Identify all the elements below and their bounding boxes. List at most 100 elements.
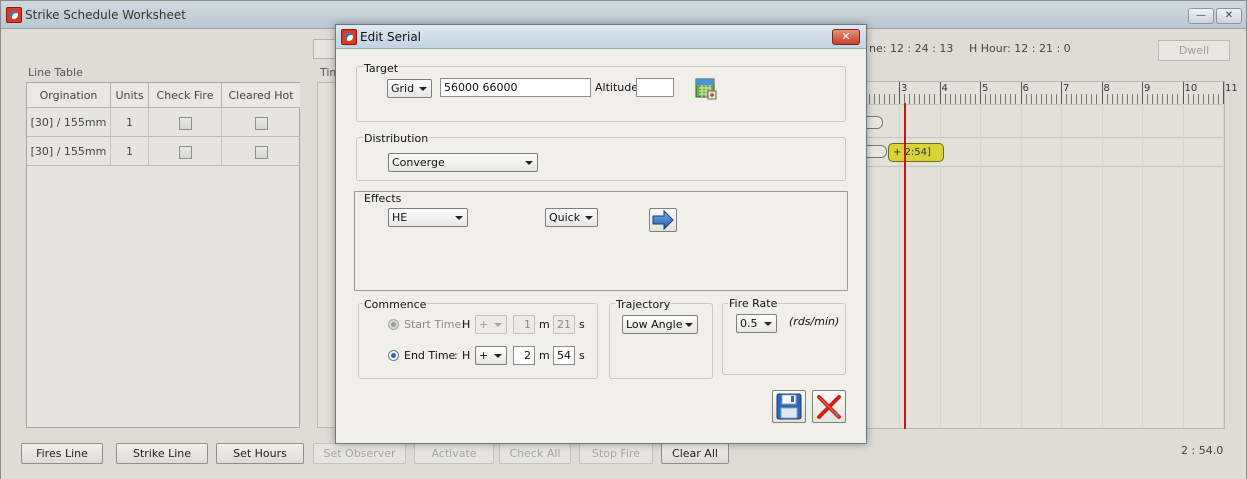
- effects-group: [354, 191, 848, 291]
- ruler-tick: [1045, 94, 1047, 104]
- strike-line-button[interactable]: Strike Line: [116, 443, 208, 464]
- start-sign-dropdown[interactable]: +: [475, 315, 507, 334]
- grid-type-dropdown[interactable]: Grid: [387, 79, 432, 98]
- start-minutes-input[interactable]: 1: [513, 315, 535, 334]
- end-time-radio[interactable]: [388, 350, 399, 361]
- ruler-tick: [1136, 94, 1138, 104]
- timeline-area[interactable]: 3 4 5 6 7 8 9 10 11: [867, 81, 1238, 429]
- main-close-button[interactable]: ✕: [1216, 8, 1242, 24]
- end-seconds-input[interactable]: 54: [553, 346, 575, 365]
- ruler-tick: [1061, 82, 1062, 104]
- ruler-baseline: [867, 104, 1224, 105]
- map-button[interactable]: [694, 77, 718, 101]
- ruler-tick: [1055, 94, 1057, 104]
- end-sign-value: +: [479, 349, 489, 362]
- ruler-tick: [1187, 94, 1189, 104]
- add-effect-button[interactable]: [649, 208, 677, 232]
- column-header-cleared-hot[interactable]: Cleared Hot: [222, 83, 300, 108]
- line-table-label: Line Table: [28, 66, 83, 79]
- munition-dropdown[interactable]: HE: [388, 208, 468, 227]
- line-table: Orgination Units Check Fire Cleared Hot …: [26, 82, 300, 428]
- ruler-tick: [1005, 94, 1007, 104]
- ruler-tick: [1071, 94, 1073, 104]
- ruler-tick: [1172, 94, 1174, 104]
- serial-bar-selected[interactable]: + 2:54]: [888, 143, 944, 162]
- trajectory-dropdown[interactable]: Low Angle: [622, 315, 698, 334]
- check-all-button[interactable]: Check All: [499, 443, 571, 464]
- ruler-tick: [990, 94, 992, 104]
- serial-bar[interactable]: [867, 145, 887, 158]
- cleared-hot-checkbox[interactable]: [254, 116, 268, 130]
- end-minutes-input[interactable]: 2: [513, 346, 535, 365]
- commence-label: Commence: [363, 298, 428, 311]
- arrow-right-icon: [652, 209, 674, 231]
- fire-rate-dropdown[interactable]: 0.5: [736, 314, 777, 333]
- serial-bar[interactable]: [867, 116, 883, 129]
- fire-rate-label: Fire Rate: [728, 297, 779, 310]
- timeline-gridline: [1020, 104, 1022, 428]
- check-fire-checkbox[interactable]: [178, 116, 192, 130]
- ruler-tick: [980, 82, 981, 104]
- table-row-origination[interactable]: [30] / 155mm: [27, 108, 111, 137]
- timeline-gridline: [1142, 104, 1143, 428]
- ruler-tick: [1101, 82, 1103, 104]
- table-row-origination[interactable]: [30] / 155mm: [27, 137, 111, 166]
- fuze-value: Quick: [549, 211, 581, 224]
- table-row-units[interactable]: 1: [111, 137, 149, 166]
- end-sign-dropdown[interactable]: +: [475, 346, 507, 365]
- chevron-down-icon: [685, 323, 693, 327]
- fires-line-button[interactable]: Fires Line: [21, 443, 103, 464]
- ruler-tick: [909, 94, 911, 104]
- end-m-label: m: [539, 349, 550, 362]
- ruler-tick: [1081, 94, 1083, 104]
- ruler-tick: [954, 94, 956, 104]
- column-header-check-fire[interactable]: Check Fire: [149, 83, 222, 108]
- fire-rate-value: 0.5: [740, 317, 758, 330]
- ruler-tick: [1015, 94, 1017, 104]
- ruler-tick: [1096, 94, 1098, 104]
- clear-all-button[interactable]: Clear All: [661, 443, 729, 464]
- altitude-input[interactable]: [636, 78, 674, 97]
- ruler-tick: [1025, 94, 1027, 104]
- dialog-close-button[interactable]: ✕: [832, 29, 860, 45]
- start-time-radio[interactable]: [388, 319, 399, 330]
- fire-rate-unit: (rds/min): [789, 315, 840, 328]
- ruler-tick: [969, 94, 971, 104]
- ruler-tick: [995, 94, 997, 104]
- distribution-dropdown[interactable]: Converge: [388, 153, 538, 172]
- set-observer-button[interactable]: Set Observer: [313, 443, 406, 464]
- ruler-tick: [974, 94, 976, 104]
- column-header-origination[interactable]: Orgination: [27, 83, 111, 108]
- ruler-tick: [919, 94, 921, 104]
- table-row-check-fire: [149, 108, 222, 137]
- activate-button[interactable]: Activate: [414, 443, 494, 464]
- start-seconds-input[interactable]: 21: [553, 315, 575, 334]
- ruler-tick-label: 3: [901, 83, 908, 94]
- chevron-down-icon: [764, 322, 772, 326]
- dwell-button[interactable]: Dwell: [1158, 40, 1230, 61]
- check-fire-checkbox[interactable]: [178, 145, 192, 159]
- cancel-button[interactable]: [812, 390, 846, 423]
- distribution-label: Distribution: [363, 132, 430, 145]
- ruler-tick-label: 6: [1022, 83, 1029, 94]
- save-button[interactable]: [772, 390, 806, 423]
- grid-coordinate-input[interactable]: 56000 66000: [440, 78, 591, 97]
- effects-label: Effects: [364, 192, 402, 205]
- dialog-title-bar[interactable]: Edit Serial ✕: [336, 25, 866, 49]
- ruler-tick: [1192, 94, 1194, 104]
- stop-fire-button[interactable]: Stop Fire: [579, 443, 653, 464]
- ruler-tick: [934, 94, 936, 104]
- distribution-value: Converge: [392, 156, 445, 169]
- table-row-units[interactable]: 1: [111, 108, 149, 137]
- minimize-button[interactable]: —: [1188, 8, 1214, 24]
- chevron-down-icon: [419, 87, 427, 91]
- column-header-units[interactable]: Units: [111, 83, 149, 108]
- set-hours-button[interactable]: Set Hours: [216, 443, 304, 464]
- fuze-dropdown[interactable]: Quick: [545, 208, 598, 227]
- ruler-tick: [939, 82, 941, 104]
- red-x-icon: [817, 395, 841, 419]
- ruler-tick: [1116, 94, 1118, 104]
- cleared-hot-checkbox[interactable]: [254, 145, 268, 159]
- ruler-tick: [914, 94, 916, 104]
- table-row-check-fire: [149, 137, 222, 166]
